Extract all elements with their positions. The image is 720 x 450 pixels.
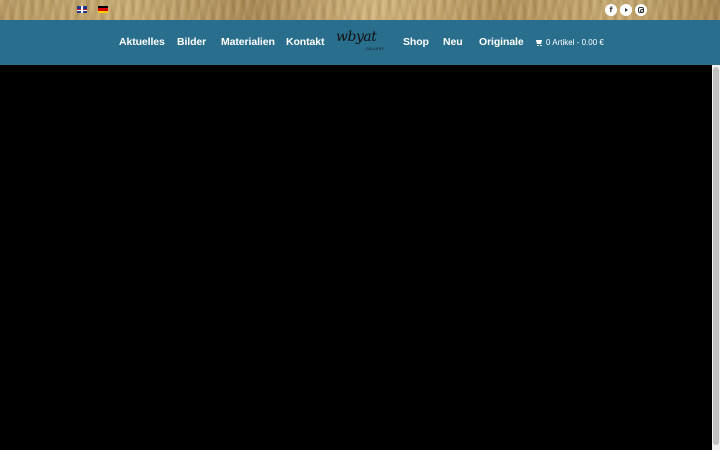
site-logo[interactable]: wbyat GALLERY	[336, 29, 384, 55]
cart-wheel	[540, 44, 542, 46]
flag-stripe	[77, 9, 87, 10]
uk-flag-icon[interactable]	[77, 6, 87, 13]
facebook-icon[interactable]: f	[605, 4, 617, 16]
nav-item-originale[interactable]: Originale	[479, 20, 524, 65]
flag-stripe	[98, 10, 108, 13]
cart-icon	[535, 40, 543, 46]
top-bar: f	[0, 0, 720, 20]
cart-basket	[536, 40, 542, 44]
logo-text: wbyat	[336, 29, 377, 45]
nav-item-aktuelles[interactable]: Aktuelles	[119, 20, 165, 65]
cart-wheel	[537, 44, 539, 46]
instagram-icon[interactable]	[635, 4, 647, 16]
flag-stripe	[81, 6, 83, 13]
nav-item-shop[interactable]: Shop	[403, 20, 429, 65]
nav-item-kontakt[interactable]: Kontakt	[286, 20, 324, 65]
hero-media-area[interactable]	[0, 65, 712, 450]
nav-item-materialien[interactable]: Materialien	[221, 20, 275, 65]
de-flag-icon[interactable]	[98, 6, 108, 13]
page-scrollbar[interactable]	[712, 65, 720, 450]
youtube-icon[interactable]	[620, 4, 632, 16]
main-navigation: Aktuelles Bilder Materialien Kontakt wby…	[0, 20, 720, 65]
logo-subtitle: GALLERY	[366, 47, 385, 51]
cart-label: 0 Artikel - 0.00 €	[546, 38, 604, 47]
camera-icon	[638, 7, 644, 13]
nav-item-neu[interactable]: Neu	[443, 20, 463, 65]
scrollbar-thumb[interactable]	[713, 67, 719, 445]
play-icon	[625, 8, 628, 12]
cart-link[interactable]: 0 Artikel - 0.00 €	[535, 20, 604, 65]
nav-item-bilder[interactable]: Bilder	[177, 20, 206, 65]
